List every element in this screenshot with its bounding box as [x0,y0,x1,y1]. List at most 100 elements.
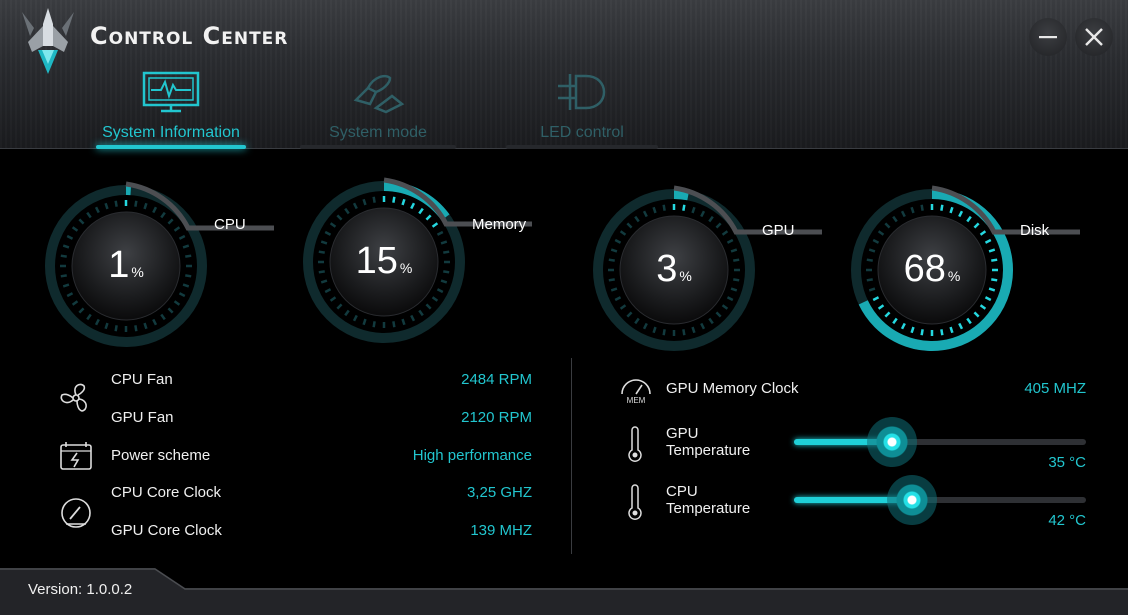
cpu-temperature-slider[interactable] [794,475,1086,525]
gauge-tick [324,230,332,236]
gauge-label: Disk [1020,222,1050,239]
gauge-tick [114,325,118,332]
gpu-temperature-label-line2: Temperature [666,442,751,459]
cpu-temperature-value: 42 °C [1048,512,1086,529]
gauge-tick [900,322,906,330]
gauge-tick [700,322,706,330]
gauge-tick [104,322,109,330]
minimize-button[interactable] [1029,18,1067,56]
gauge-tick [966,317,972,325]
cpu-core-clock-label: CPU Core Clock [111,484,222,501]
gauge-tick [78,218,85,225]
gpu-temperature-value: 35 °C [1048,454,1086,471]
gauge-unit: % [131,264,144,280]
gauge-tick [691,326,696,334]
gauge-tick [178,292,186,298]
cpu-core-clock-value: 3,25 GHZ [466,484,532,501]
gauge-tick [984,296,992,302]
gauge-tick [372,321,376,328]
gauge-tick [872,296,880,302]
gauge-tick [619,304,627,310]
gauge-tick [160,313,166,321]
gauge-tick [401,318,406,326]
gauge-tick [877,304,885,310]
gauge-tick [352,314,358,322]
tab-system-mode[interactable]: System mode [300,70,456,149]
gpu-temperature-knob[interactable] [867,417,917,467]
gauge-tick [708,317,714,325]
gauge-tick [634,215,640,223]
cpu-temperature-knob[interactable] [887,475,937,525]
fan-icon [60,383,87,412]
gauge-tick [868,287,876,292]
gpu-temperature-slider[interactable] [794,417,1086,467]
monitor-heartbeat-icon [142,71,200,113]
leader-path [125,181,274,231]
gauge-tick [642,210,648,218]
gauge-tick [652,326,657,334]
close-icon [1085,28,1103,46]
memory-gauge-icon: MEM [621,379,651,404]
gauge-tick [642,322,648,330]
section-divider [571,358,572,554]
tab-indicator [300,145,456,149]
clock-speed-icon [61,498,91,528]
cpu-fan-value: 2484 RPM [461,371,532,388]
gauge-tick [979,304,987,310]
gauge-tick [71,226,79,232]
active-tab-indicator [96,145,246,149]
logo-icon [22,8,74,74]
gauge-tick [682,329,686,336]
gauge-tick [336,303,343,310]
gauge-tick [872,238,880,244]
gauge-tick [958,322,964,330]
gauge-tick [900,210,906,218]
gauge-tick [104,202,109,210]
gauge-tick [71,300,79,306]
gauge-tick [973,311,980,318]
gauge-tick [619,230,627,236]
gauge-tick [634,317,640,325]
gauge-tick [610,287,618,292]
gauge-tick [66,292,74,298]
gauge-tick [614,296,622,302]
gauge-tick [988,287,996,292]
cpu-temperature-label-line1: CPU [666,483,698,500]
gauge-tick [440,279,448,284]
gauge-tick [182,283,190,288]
gauge-tick [418,309,424,317]
tab-label: System mode [329,124,427,141]
gauge-tick [730,287,738,292]
gauge-tick [721,304,729,310]
gauge-unit: % [947,268,961,284]
gauge-tick [626,222,633,229]
gauge-tick [652,206,657,214]
gauge-tick [167,307,174,314]
gpu-core-clock-label: GPU Core Clock [111,522,222,539]
gauge-tick [910,326,915,334]
gauge-tick [352,202,358,210]
gauge-tick [86,211,92,219]
gpu-memory-clock-label: GPU Memory Clock [666,380,799,397]
gauge-tick [410,314,416,322]
cpu-temperature-label-line2: Temperature [666,500,751,517]
power-scheme-value: High performance [412,447,532,464]
gauge-tick [78,307,85,314]
tab-led-control[interactable]: LED control [506,70,658,149]
gauge-tick [892,317,898,325]
cpu-fan-label: CPU Fan [111,371,173,388]
gauge-tick [336,214,343,221]
minimize-icon [1039,36,1057,39]
gauge-tick [884,222,891,229]
gauge-tick [726,296,734,302]
gauge-tick [392,321,396,328]
power-scheme-label: Power scheme [111,447,211,464]
tab-label: System Information [102,124,240,141]
gauge-tick [425,303,432,310]
gauge-tick [86,313,92,321]
gauge-label: GPU [762,222,795,239]
tab-system-information[interactable]: System Information [96,70,246,149]
gauge-tick [436,288,444,294]
close-button[interactable] [1075,18,1113,56]
gauge-tick [920,329,924,336]
